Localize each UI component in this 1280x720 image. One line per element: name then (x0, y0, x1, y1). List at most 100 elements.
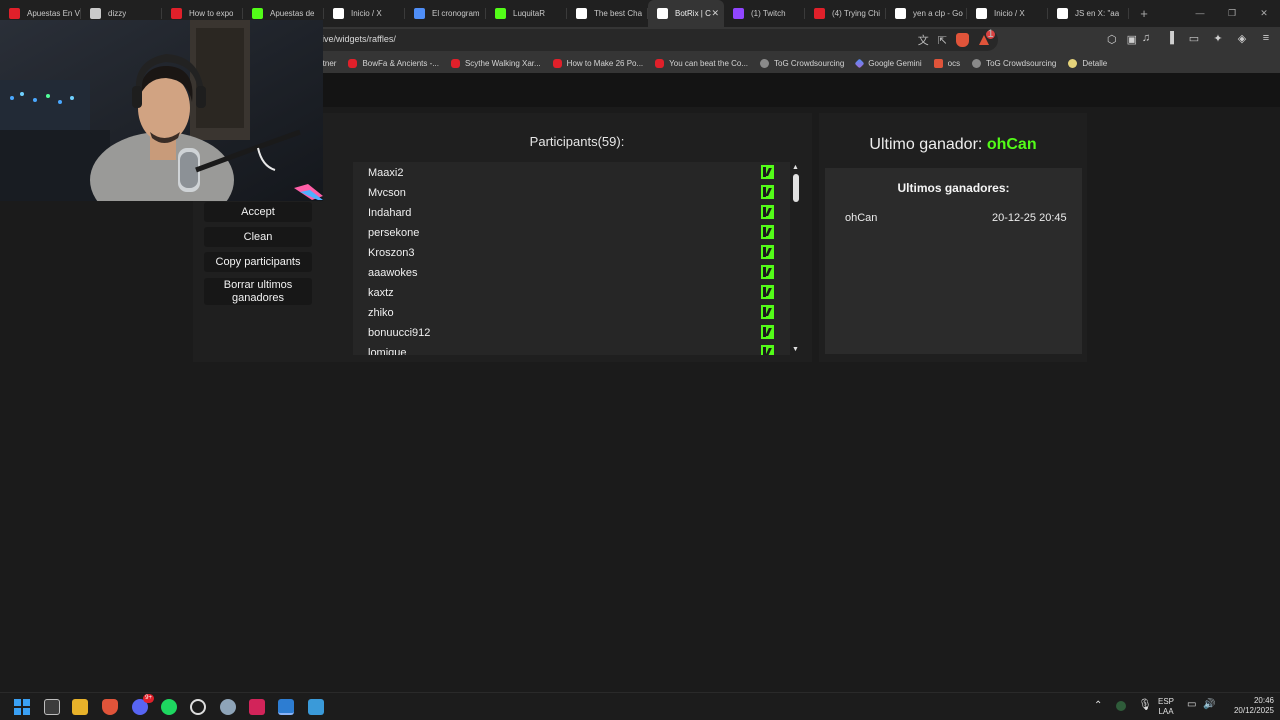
network-icon[interactable]: ▭ (1187, 700, 1196, 710)
bookmark-item[interactable]: BowFa & Ancients -... (348, 58, 439, 68)
browser-tab[interactable]: (1) Twitch (724, 0, 805, 27)
app-icon[interactable] (249, 699, 265, 715)
clock-time: 20:46 (1253, 696, 1274, 705)
participant-row[interactable]: bonuucci912 (353, 322, 790, 342)
participant-row[interactable]: zhiko (353, 302, 790, 322)
last-winner: Ultimo ganador: ohCan (819, 136, 1087, 154)
bookmark-gem-icon (854, 58, 865, 68)
start-icon[interactable] (14, 699, 30, 715)
youtube-tab-icon (814, 8, 825, 19)
scroll-down-arrow-icon[interactable]: ▼ (792, 346, 799, 353)
botrix-tab-icon (657, 8, 668, 19)
scroll-up-arrow-icon[interactable]: ▲ (792, 164, 799, 171)
file-explorer-icon[interactable] (72, 699, 88, 715)
extensions-icon[interactable]: ⬡ (1107, 33, 1117, 46)
browser-tab[interactable]: El cronogram (405, 0, 486, 27)
borrar-ultimos-ganadores-button[interactable]: Borrar ultimos ganadores (204, 278, 312, 305)
bookmark-item[interactable]: You can beat the Co... (655, 58, 748, 68)
music-icon[interactable]: ♫ (1140, 32, 1152, 45)
participants-title: Participants(59): (529, 134, 625, 149)
bookmark-item[interactable]: ToG Crowdsourcing (760, 58, 844, 68)
kick-platform-icon (761, 285, 774, 299)
participant-name: Indahard (368, 207, 412, 219)
brave-rewards-icon[interactable]: 1 (978, 29, 995, 46)
participant-name: aaawokes (368, 267, 418, 279)
sidebar-icon[interactable]: ▐ (1164, 32, 1176, 45)
minimize-icon[interactable]: — (1184, 0, 1216, 27)
bookmark-yt-icon (552, 58, 562, 68)
leo-ai-icon[interactable]: ✦ (1212, 32, 1224, 45)
participant-row[interactable]: lomique (353, 342, 790, 355)
maximize-icon[interactable]: ❐ (1216, 0, 1248, 27)
vpn-icon[interactable]: ◈ (1236, 32, 1248, 45)
calculator-icon[interactable] (278, 699, 294, 715)
brave-shields-icon[interactable] (956, 33, 969, 47)
tray-overflow-icon[interactable]: ⌃ (1094, 701, 1102, 711)
participant-row[interactable]: Kroszon3 (353, 242, 790, 262)
copy-participants-button[interactable]: Copy participants (204, 252, 312, 272)
browser-tab[interactable]: Inicio / X (324, 0, 405, 27)
obs-icon[interactable] (190, 699, 206, 715)
participant-row[interactable]: kaxtz (353, 282, 790, 302)
bookmark-label: BowFa & Ancients -... (362, 58, 439, 68)
tab-label: LuquitaR (513, 9, 546, 18)
kick-tab-icon (252, 8, 263, 19)
bookmark-item[interactable]: Scythe Walking Xar... (450, 58, 541, 68)
bookmark-item[interactable]: ToG Crowdsourcing (972, 58, 1056, 68)
tab-label: yen a clp - Go (913, 9, 963, 18)
bookmark-label: Google Gemini (868, 58, 922, 68)
bookmark-item[interactable]: How to Make 26 Po... (552, 58, 644, 68)
brave-icon[interactable] (102, 699, 118, 715)
settings-icon[interactable] (220, 699, 236, 715)
participant-row[interactable]: aaawokes (353, 262, 790, 282)
participant-row[interactable]: Indahard (353, 202, 790, 222)
edge-tab-icon (414, 8, 425, 19)
notepad-icon[interactable] (308, 699, 324, 715)
accept-button[interactable]: Accept (204, 202, 312, 222)
participant-name: Mvcson (368, 187, 406, 199)
winners-header: Ultimos ganadores: (897, 181, 1010, 195)
clock[interactable]: 20:46 20/12/2025 (1222, 696, 1274, 716)
task-view-icon[interactable] (44, 699, 60, 715)
bookmark-gray-icon (972, 58, 982, 68)
translate-icon[interactable]: 文 (918, 32, 929, 48)
discord-icon[interactable]: 9+ (132, 694, 154, 715)
screen: Apuestas En V dizzy How to expo Apuestas de… (0, 0, 1280, 720)
close-window-icon[interactable]: ✕ (1248, 0, 1280, 27)
microphone-icon[interactable]: 🎙 (1138, 700, 1152, 711)
clean-button[interactable]: Clean (204, 227, 312, 247)
bookmark-item[interactable]: Google Gemini (854, 58, 922, 68)
share-icon[interactable]: ⇱ (938, 34, 947, 47)
browser-tab[interactable]: yen a clp - Go (886, 0, 967, 27)
rewards-badge: 1 (986, 28, 995, 40)
bookmark-label: How to Make 26 Po... (566, 58, 644, 68)
wallet-icon[interactable]: ▭ (1188, 32, 1200, 45)
menu-icon[interactable]: ≡ (1260, 32, 1272, 45)
chatgpt-tab-icon (90, 8, 101, 19)
participants-list[interactable]: Maaxi2 Mvcson Indahard persekone Kroszon3 aaa… (353, 162, 790, 355)
bookmark-brave-icon (933, 58, 943, 68)
bookmark-item[interactable]: ocs (933, 58, 960, 68)
browser-tab[interactable]: LuquitaR (486, 0, 567, 27)
browser-tab[interactable]: BotRix | C ✕ (648, 0, 724, 27)
spotify-icon[interactable] (161, 699, 177, 715)
participant-row[interactable]: persekone (353, 222, 790, 242)
browser-tab[interactable]: Inicio / X (967, 0, 1048, 27)
browser-tab[interactable]: The best Cha (567, 0, 648, 27)
tab-close-icon[interactable]: ✕ (711, 8, 719, 19)
browser-tab[interactable]: (4) Trying Chi (805, 0, 886, 27)
bookmark-yel-icon (1068, 58, 1078, 68)
browser-tab[interactable]: JS en X: "aa (1048, 0, 1129, 27)
participant-row[interactable]: Maaxi2 (353, 162, 790, 182)
participant-row[interactable]: Mvcson (353, 182, 790, 202)
url-text[interactable]: ive/widgets/raffles/ (322, 34, 396, 44)
new-tab-button[interactable]: + (1133, 6, 1155, 21)
volume-icon[interactable]: 🔊 (1203, 700, 1215, 710)
tray-app-icon[interactable] (1116, 701, 1126, 711)
botrix-tab-icon (576, 8, 587, 19)
language-indicator[interactable]: ESP LAA (1158, 697, 1174, 717)
address-bar[interactable]: ive/widgets/raffles/ 文 ⇱ 1 (300, 29, 998, 51)
screenshot-icon[interactable]: ▣ (1127, 33, 1137, 46)
bookmark-item[interactable]: Detalle (1068, 58, 1107, 68)
scroll-thumb[interactable] (793, 174, 799, 202)
